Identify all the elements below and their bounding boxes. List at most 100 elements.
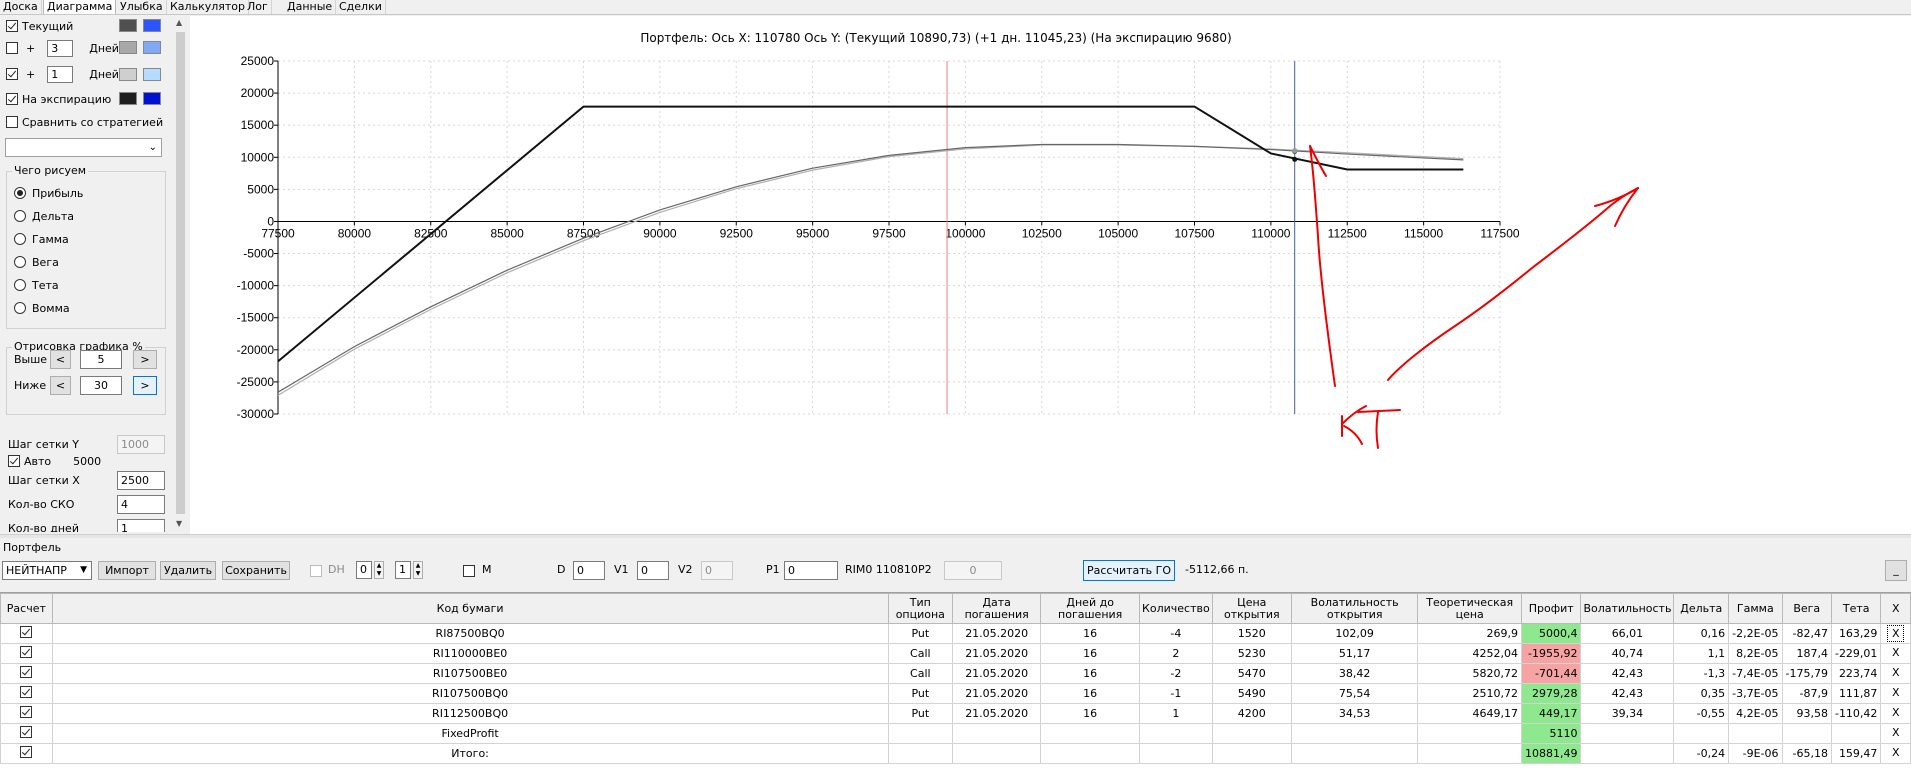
below-increase-button[interactable]: > bbox=[133, 376, 157, 395]
calculate-go-button[interactable]: Рассчитать ГО bbox=[1083, 560, 1175, 581]
col-vol[interactable]: Волатильность bbox=[1580, 593, 1675, 624]
radio-vomma[interactable]: Вомма bbox=[14, 299, 70, 317]
radio-delta-dot[interactable] bbox=[14, 210, 26, 222]
close-icon[interactable]: X bbox=[1887, 645, 1904, 662]
expiry-checkbox[interactable] bbox=[6, 93, 18, 105]
scroll-thumb[interactable] bbox=[176, 32, 185, 514]
calc-cell[interactable] bbox=[0, 683, 53, 704]
radio-profit[interactable]: Прибыль bbox=[14, 184, 83, 202]
radio-gamma[interactable]: Гамма bbox=[14, 230, 69, 248]
remove-row-button[interactable]: X bbox=[1880, 743, 1911, 764]
tab-smile[interactable]: Улыбка bbox=[117, 0, 167, 14]
col-code[interactable]: Код бумаги bbox=[51, 593, 889, 624]
delete-button[interactable]: Удалить bbox=[160, 561, 216, 580]
tab-diagram[interactable]: Диаграмма bbox=[43, 0, 117, 14]
remove-row-button[interactable]: X bbox=[1880, 703, 1911, 724]
radio-vega-dot[interactable] bbox=[14, 256, 26, 268]
remove-row-button[interactable]: X bbox=[1880, 643, 1911, 664]
grid-y-input[interactable]: 1000 bbox=[117, 435, 165, 454]
col-theo[interactable]: Теоретическая цена bbox=[1417, 593, 1522, 624]
dh-spin-1[interactable]: ▲ ▼ bbox=[374, 561, 384, 579]
col-gamma[interactable]: Гамма bbox=[1728, 593, 1783, 624]
radio-vomma-dot[interactable] bbox=[14, 302, 26, 314]
calc-checkbox[interactable] bbox=[20, 666, 33, 678]
compare-checkbox[interactable] bbox=[6, 116, 18, 128]
close-icon[interactable]: X bbox=[1887, 665, 1904, 682]
radio-gamma-dot[interactable] bbox=[14, 233, 26, 245]
col-price[interactable]: Цена открытия bbox=[1211, 593, 1292, 624]
col-vol-open[interactable]: Волатильность открытия bbox=[1290, 593, 1419, 624]
close-icon[interactable]: X bbox=[1887, 745, 1904, 762]
above-decrease-button[interactable]: < bbox=[50, 350, 71, 369]
close-icon[interactable]: X bbox=[1887, 725, 1904, 742]
calc-checkbox[interactable] bbox=[20, 626, 33, 638]
calc-cell[interactable] bbox=[0, 643, 53, 664]
current-color-1[interactable] bbox=[119, 19, 137, 32]
col-days[interactable]: Дней до погашения bbox=[1040, 593, 1141, 624]
col-x[interactable]: X bbox=[1880, 593, 1911, 624]
current-color-2[interactable] bbox=[143, 19, 161, 32]
remove-row-button[interactable]: X bbox=[1880, 683, 1911, 704]
scroll-down-icon[interactable]: ▼ bbox=[176, 519, 182, 528]
dh-input-2[interactable]: 1 bbox=[395, 561, 411, 579]
auto-checkbox[interactable] bbox=[8, 455, 20, 467]
col-calc[interactable]: Расчет bbox=[0, 593, 53, 624]
remove-row-button[interactable]: X bbox=[1880, 723, 1911, 744]
days1-color-1[interactable] bbox=[119, 41, 137, 54]
expiry-color-1[interactable] bbox=[119, 92, 137, 105]
splitter[interactable] bbox=[0, 534, 1911, 538]
v2-input[interactable]: 0 bbox=[701, 561, 733, 580]
calc-checkbox[interactable] bbox=[20, 646, 33, 658]
d-input[interactable]: 0 bbox=[573, 561, 605, 580]
table-row[interactable]: RI110000BE0 Call 21.05.2020 16 2 5230 51… bbox=[0, 643, 1911, 664]
m-checkbox[interactable] bbox=[463, 565, 475, 577]
table-row[interactable]: RI112500BQ0 Put 21.05.2020 16 1 4200 34,… bbox=[0, 703, 1911, 724]
minimize-button[interactable]: _ bbox=[1885, 560, 1907, 581]
radio-profit-dot[interactable] bbox=[14, 187, 26, 199]
current-checkbox[interactable] bbox=[6, 20, 18, 32]
dh-input-1[interactable]: 0 bbox=[356, 561, 372, 579]
days-count-input[interactable]: 1 bbox=[117, 519, 165, 532]
import-button[interactable]: Импорт bbox=[98, 561, 156, 580]
days2-color-2[interactable] bbox=[143, 68, 161, 81]
remove-row-button[interactable]: X bbox=[1880, 663, 1911, 684]
tab-deals[interactable]: Сделки bbox=[336, 0, 386, 14]
col-vega[interactable]: Вега bbox=[1781, 593, 1832, 624]
tab-board[interactable]: Доска bbox=[0, 0, 42, 14]
strategy-dropdown[interactable]: НЕЙТНАПР ▼ bbox=[2, 561, 92, 580]
close-icon[interactable]: X bbox=[1887, 705, 1904, 722]
calc-checkbox[interactable] bbox=[20, 746, 33, 758]
left-scrollbar[interactable]: ▲ ▼ bbox=[175, 16, 186, 532]
table-row[interactable]: RI107500BQ0 Put 21.05.2020 16 -1 5490 75… bbox=[0, 683, 1911, 704]
dh-spin-2[interactable]: ▲ ▼ bbox=[413, 561, 423, 579]
col-type[interactable]: Тип опциона bbox=[887, 593, 954, 624]
save-button[interactable]: Сохранить bbox=[222, 561, 290, 580]
radio-vega[interactable]: Вега bbox=[14, 253, 59, 271]
remove-row-button[interactable]: X bbox=[1880, 623, 1911, 644]
below-input[interactable]: 30 bbox=[80, 376, 122, 395]
radio-theta-dot[interactable] bbox=[14, 279, 26, 291]
radio-theta[interactable]: Тета bbox=[14, 276, 59, 294]
p1-input[interactable]: 0 bbox=[784, 561, 838, 580]
dh-checkbox[interactable] bbox=[310, 565, 322, 577]
below-decrease-button[interactable]: < bbox=[50, 376, 71, 395]
table-row[interactable]: FixedProfit 5110 X bbox=[0, 723, 1911, 744]
table-row[interactable]: Итого: 10881,49 -0,24 -9E-06 -65,18 159,… bbox=[0, 743, 1911, 764]
radio-delta[interactable]: Дельта bbox=[14, 207, 74, 225]
sko-input[interactable]: 4 bbox=[117, 495, 165, 514]
p2-input[interactable]: 0 bbox=[944, 561, 1002, 580]
col-delta[interactable]: Дельта bbox=[1673, 593, 1730, 624]
above-input[interactable]: 5 bbox=[80, 350, 122, 369]
table-row[interactable]: RI107500BE0 Call 21.05.2020 16 -2 5470 3… bbox=[0, 663, 1911, 684]
calc-cell[interactable] bbox=[0, 703, 53, 724]
days2-checkbox[interactable] bbox=[6, 68, 18, 80]
calc-checkbox[interactable] bbox=[20, 706, 33, 718]
close-icon[interactable]: X bbox=[1887, 625, 1905, 642]
grid-x-input[interactable]: 2500 bbox=[117, 471, 165, 490]
days2-input[interactable]: 1 bbox=[47, 65, 74, 83]
above-increase-button[interactable]: > bbox=[133, 350, 157, 369]
tab-data[interactable]: Данные bbox=[284, 0, 337, 14]
days1-color-2[interactable] bbox=[143, 41, 161, 54]
scroll-up-icon[interactable]: ▲ bbox=[176, 18, 182, 27]
days1-checkbox[interactable] bbox=[6, 42, 18, 54]
